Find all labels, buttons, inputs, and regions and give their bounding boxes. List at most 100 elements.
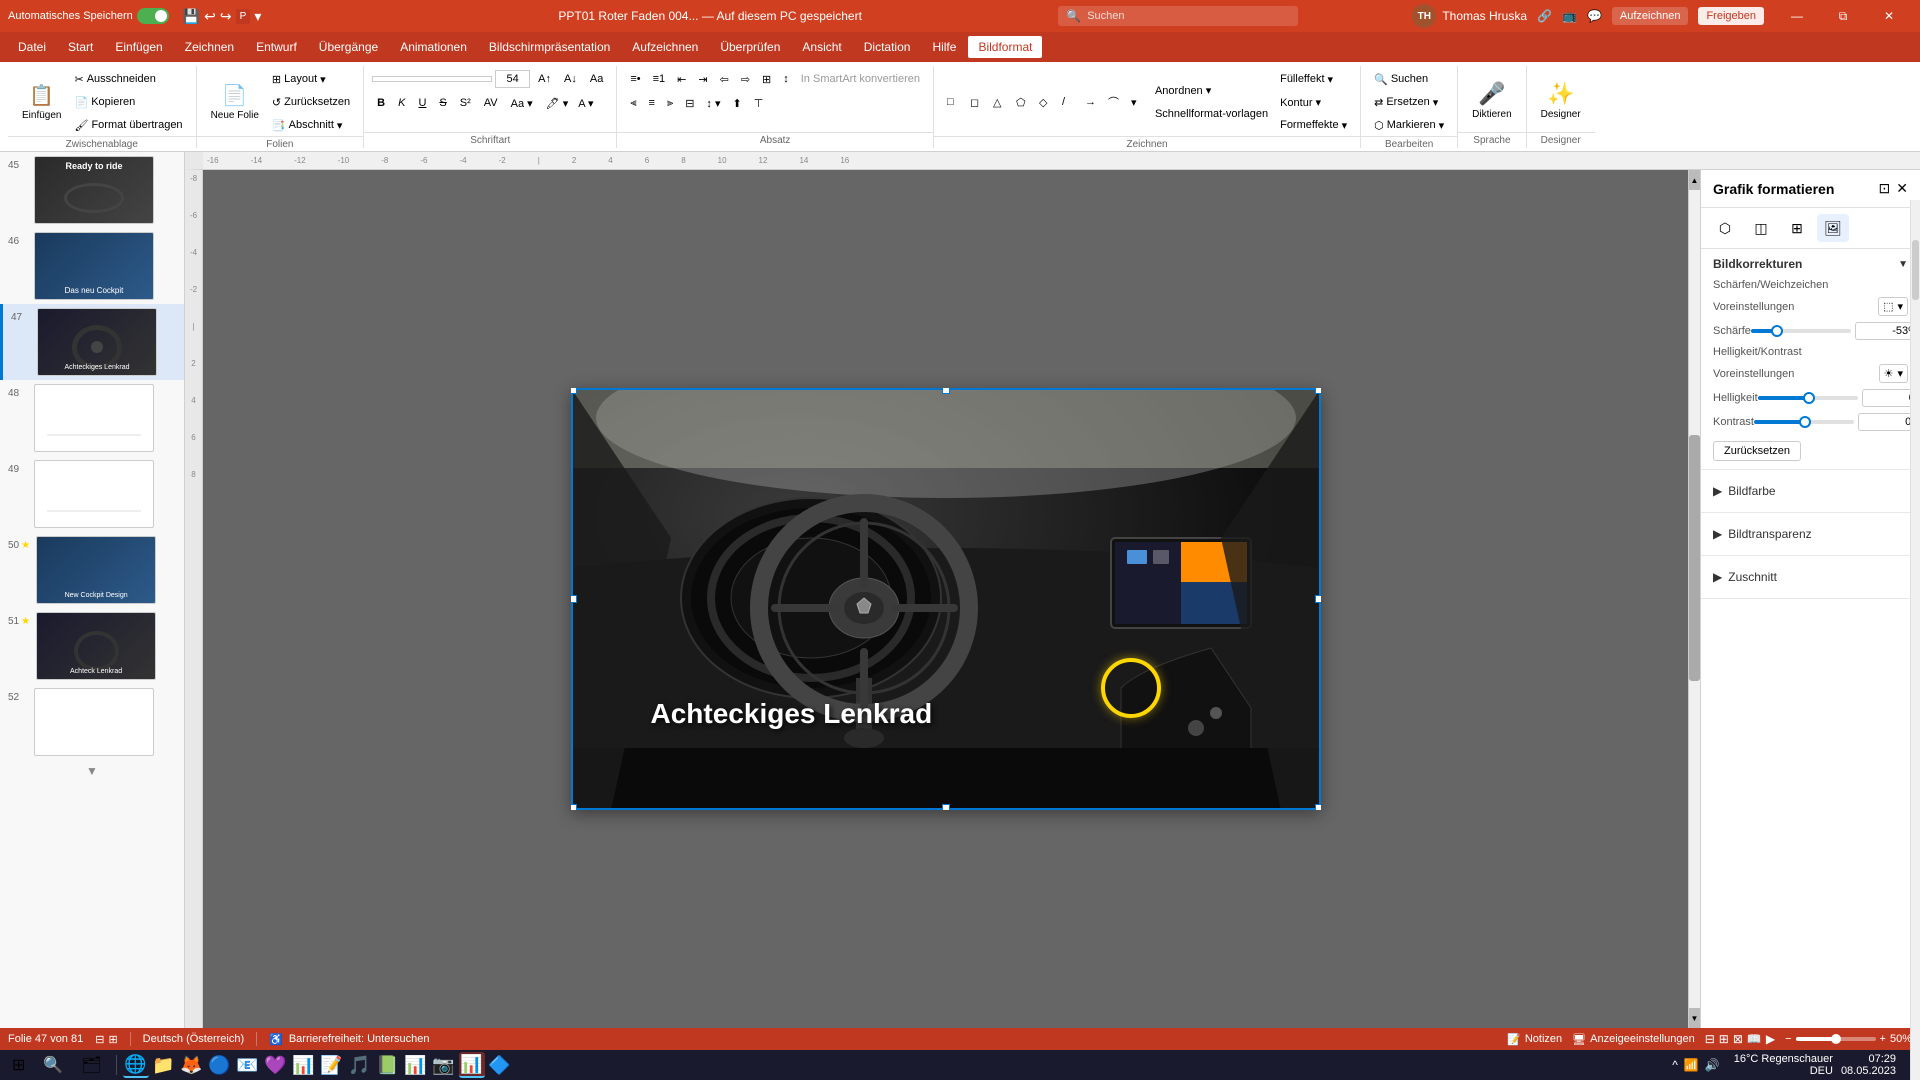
scroll-down-indicator[interactable]: ▼ bbox=[0, 760, 184, 782]
bildkorrekturen-header[interactable]: Bildkorrekturen ▼ bbox=[1713, 257, 1908, 271]
chevron-up-icon[interactable]: ^ bbox=[1672, 1058, 1678, 1072]
suchen-btn[interactable]: 🔍 Suchen bbox=[1369, 68, 1449, 90]
num-list-btn[interactable]: ≡1 bbox=[648, 68, 671, 90]
kopieren-btn[interactable]: 📄Kopieren bbox=[69, 91, 187, 113]
taskbar-office[interactable]: 📊 bbox=[291, 1052, 317, 1078]
neue-folie-btn[interactable]: 📄 Neue Folie bbox=[205, 73, 265, 131]
panel-scrollbar[interactable] bbox=[1910, 200, 1920, 1028]
close-button[interactable]: ✕ bbox=[1866, 0, 1912, 32]
menu-bildformat[interactable]: Bildformat bbox=[968, 36, 1042, 58]
menu-zeichnen[interactable]: Zeichnen bbox=[175, 36, 244, 58]
zoom-value[interactable]: 50% bbox=[1890, 1033, 1912, 1045]
ausschneiden-btn[interactable]: ✂Ausschneiden bbox=[69, 68, 187, 90]
menu-uebergaenge[interactable]: Übergänge bbox=[309, 36, 388, 58]
taskbar-chrome[interactable]: 🔵 bbox=[207, 1052, 233, 1078]
clock[interactable]: 16°C Regenschauer DEU bbox=[1734, 1053, 1833, 1077]
shape-rect-btn[interactable]: □ bbox=[942, 91, 964, 113]
clear-format-btn[interactable]: Aa bbox=[585, 68, 608, 90]
increase-font-btn[interactable]: A↑ bbox=[533, 68, 556, 90]
search-button[interactable]: 🔍 bbox=[35, 1052, 71, 1078]
reset-button[interactable]: Zurücksetzen bbox=[1713, 441, 1801, 461]
layout-btn[interactable]: ⊞Layout ▾ bbox=[267, 68, 355, 90]
taskbar-ppt[interactable]: 📊 bbox=[459, 1052, 485, 1078]
fontcolor-btn[interactable]: A ▾ bbox=[573, 92, 598, 114]
shape-3-btn[interactable]: △ bbox=[988, 91, 1010, 113]
taskbar-firefox[interactable]: 🦊 bbox=[179, 1052, 205, 1078]
canvas-scroll[interactable]: Achteckiges Lenkrad bbox=[203, 170, 1688, 1028]
align-right-btn[interactable]: ⫸ bbox=[662, 92, 678, 114]
start-button[interactable]: ⊞ bbox=[4, 1052, 33, 1078]
comment-icon[interactable]: 💬 bbox=[1587, 9, 1602, 23]
slide-thumb-50[interactable]: 50 ★ New Cockpit Design bbox=[0, 532, 184, 608]
shape-5-btn[interactable]: ◇ bbox=[1034, 91, 1056, 113]
menu-hilfe[interactable]: Hilfe bbox=[922, 36, 966, 58]
menu-datei[interactable]: Datei bbox=[8, 36, 56, 58]
designer-btn[interactable]: ✨ Designer bbox=[1535, 71, 1587, 129]
align-left-btn[interactable]: ⫷ bbox=[625, 92, 641, 114]
shape-7-btn[interactable]: → bbox=[1080, 91, 1102, 113]
slide-thumb-49[interactable]: 49 bbox=[0, 456, 184, 532]
taskbar-excel[interactable]: 📊 bbox=[403, 1052, 429, 1078]
slide-thumb-46[interactable]: 46 Das neu Cockpit bbox=[0, 228, 184, 304]
strikethrough-btn[interactable]: S bbox=[434, 92, 451, 114]
menu-aufzeichnen[interactable]: Aufzeichnen bbox=[622, 36, 708, 58]
accessibility-section[interactable]: ♿ Barrierefreiheit: Untersuchen bbox=[269, 1033, 429, 1046]
menu-einfuegen[interactable]: Einfügen bbox=[105, 36, 172, 58]
autosave-toggle[interactable] bbox=[137, 8, 169, 24]
formeffekte-btn[interactable]: Formeffekte ▾ bbox=[1275, 114, 1352, 136]
diktieren-btn[interactable]: 🎤 Diktieren bbox=[1466, 71, 1517, 129]
slideshow-icon[interactable]: ▶ bbox=[1766, 1032, 1775, 1046]
fuelleffekt-btn[interactable]: Fülleffekt ▾ bbox=[1275, 68, 1352, 90]
slide-sort-icon[interactable]: ⊠ bbox=[1733, 1032, 1743, 1046]
case-btn[interactable]: Aa ▾ bbox=[506, 92, 538, 114]
italic-btn[interactable]: K bbox=[393, 92, 410, 114]
kontur-btn[interactable]: Kontur ▾ bbox=[1275, 91, 1352, 113]
panel-detach-icon[interactable]: ⊡ bbox=[1879, 180, 1891, 197]
taskbar-teams[interactable]: 💜 bbox=[263, 1052, 289, 1078]
shapes-more-btn[interactable]: ▾ bbox=[1126, 91, 1148, 113]
present-icon[interactable]: 📺 bbox=[1562, 9, 1577, 23]
volume-icon[interactable]: 🔊 bbox=[1705, 1058, 1720, 1072]
slide-thumb-48[interactable]: 48 bbox=[0, 380, 184, 456]
panel-close-icon[interactable]: ✕ bbox=[1896, 180, 1908, 197]
panel-tab-layout[interactable]: ⊞ bbox=[1781, 214, 1813, 242]
panel-tab-image[interactable]: 🖼 bbox=[1817, 214, 1849, 242]
justify-btn[interactable]: ⊟ bbox=[680, 92, 699, 114]
zoom-slider[interactable] bbox=[1796, 1037, 1876, 1041]
reading-view-icon[interactable]: 📖 bbox=[1747, 1032, 1762, 1046]
indent-dec-btn[interactable]: ⇤ bbox=[672, 68, 691, 90]
abschnitt-btn[interactable]: 📑Abschnitt ▾ bbox=[267, 114, 355, 136]
voreinstellungen-select2[interactable]: ☀ ▾ bbox=[1879, 364, 1908, 383]
normal-view-icon[interactable]: ⊟ bbox=[1705, 1032, 1715, 1046]
taskbar-camera[interactable]: 📷 bbox=[431, 1052, 457, 1078]
save-icon[interactable]: 💾 bbox=[183, 8, 200, 25]
rtl-btn[interactable]: ⇦ bbox=[715, 68, 734, 90]
shape-line-btn[interactable]: / bbox=[1057, 91, 1079, 113]
bullet-list-btn[interactable]: ≡• bbox=[625, 68, 645, 90]
bildtransparenz-item[interactable]: ▶ Bildtransparenz bbox=[1713, 521, 1908, 547]
text-direction-btn[interactable]: ⬆ bbox=[727, 92, 746, 114]
underline-btn[interactable]: U bbox=[413, 92, 431, 114]
anordnen-btn[interactable]: Anordnen ▾ bbox=[1150, 80, 1273, 102]
bold-btn[interactable]: B bbox=[372, 92, 390, 114]
smartart-btn[interactable]: In SmartArt konvertieren bbox=[796, 68, 925, 90]
taskbar-mail[interactable]: 📧 bbox=[235, 1052, 261, 1078]
spacing-btn[interactable]: AV bbox=[479, 92, 503, 114]
zuschnitt-item[interactable]: ▶ Zuschnitt bbox=[1713, 564, 1908, 590]
voreinstellungen-select1[interactable]: ⬚ ▾ bbox=[1878, 297, 1908, 316]
menu-animationen[interactable]: Animationen bbox=[390, 36, 477, 58]
kontrast-slider[interactable] bbox=[1754, 420, 1854, 424]
bildfarbe-item[interactable]: ▶ Bildfarbe bbox=[1713, 478, 1908, 504]
decrease-font-btn[interactable]: A↓ bbox=[559, 68, 582, 90]
restore-button[interactable]: ⧉ bbox=[1820, 0, 1866, 32]
more-icon[interactable]: ▾ bbox=[254, 8, 261, 25]
font-size-input[interactable]: 54 bbox=[495, 70, 530, 88]
kontrast-thumb[interactable] bbox=[1799, 416, 1811, 428]
taskview-button[interactable]: 🗂 bbox=[73, 1052, 109, 1078]
taskbar-edge[interactable]: 🔷 bbox=[487, 1052, 513, 1078]
shape-4-btn[interactable]: ⬠ bbox=[1011, 91, 1033, 113]
panel-tab-effects[interactable]: ⬡ bbox=[1709, 214, 1741, 242]
zoom-minus[interactable]: − bbox=[1785, 1033, 1791, 1045]
freigeben-button[interactable]: Freigeben bbox=[1698, 7, 1764, 25]
vertical-scrollbar[interactable]: ▲ ▼ bbox=[1688, 170, 1700, 1028]
